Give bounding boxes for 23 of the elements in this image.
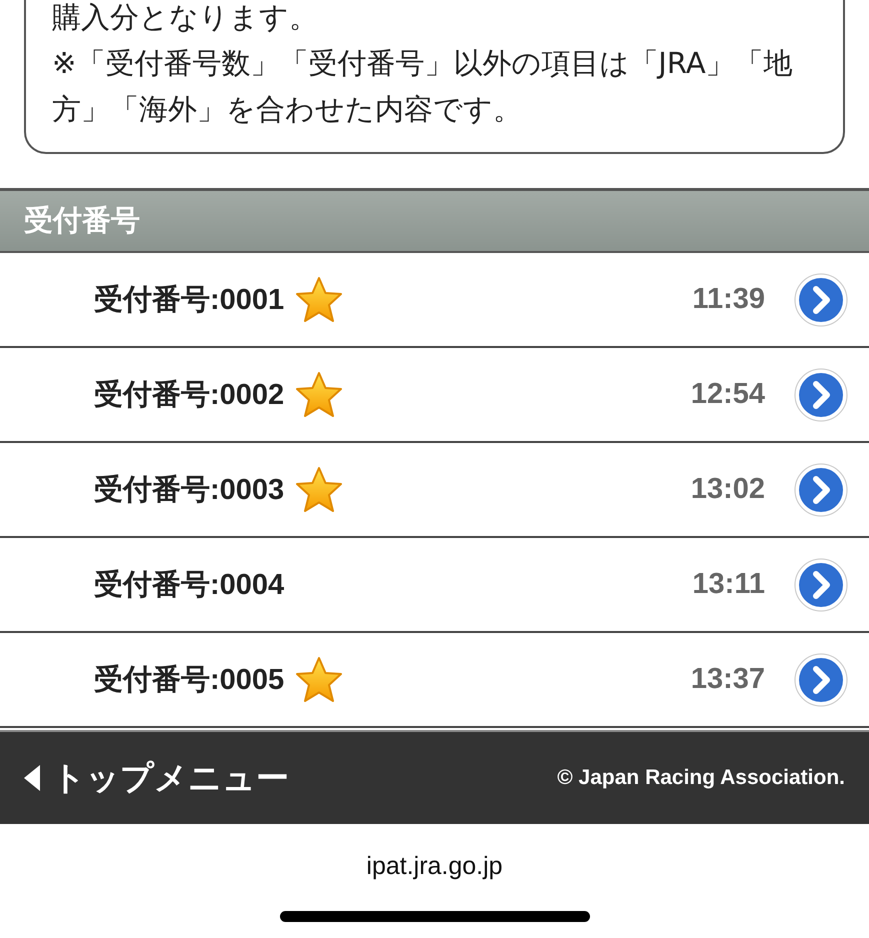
note-text: 購入分となります。 [52,0,319,36]
url-text: ipat.jra.go.jp [366,852,503,881]
copyright-text: © Japan Racing Association. [557,766,845,790]
receipt-time: 13:11 [692,568,765,601]
receipt-number: 受付番号:0002 [94,378,284,412]
chevron-right-icon[interactable] [793,272,849,328]
receipt-time: 13:37 [690,663,765,696]
top-menu-link[interactable]: トップメニュー [22,756,289,800]
receipt-number: 受付番号:0003 [94,472,284,508]
chevron-right-icon[interactable] [793,462,849,518]
receipt-time: 11:39 [692,283,765,316]
back-arrow-icon [22,763,42,793]
chevron-right-icon[interactable] [793,366,849,422]
section-title: 受付番号 [24,202,140,239]
receipt-time: 12:54 [690,378,765,411]
receipt-time: 13:02 [690,473,765,506]
note-text: ※「受付番号数」「受付番号」以外の項目は「JRA」「地方」「海外」を合わせた内容です。 [52,45,794,128]
receipt-number: 受付番号:0004 [94,568,284,602]
chevron-right-icon[interactable] [793,652,849,708]
receipt-number: 受付番号:0005 [94,662,284,698]
chevron-right-icon[interactable] [793,556,849,612]
top-menu-label: トップメニュー [52,756,289,798]
receipt-number: 受付番号:0001 [94,282,284,318]
